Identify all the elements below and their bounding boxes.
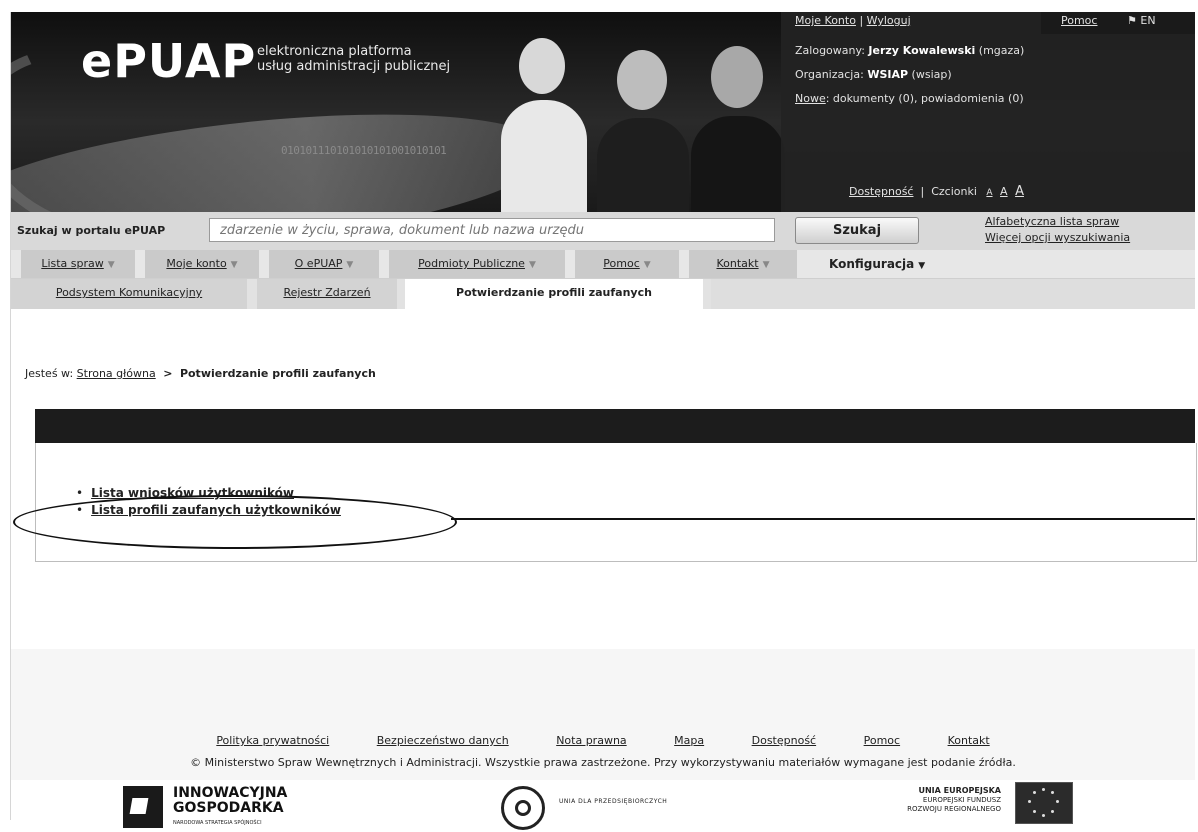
footer-links: Polityka prywatności Bezpieczeństwo dany… [11,734,1195,747]
tab-potwierdzanie-profili[interactable]: Potwierdzanie profili zaufanych [405,279,703,309]
chevron-down-icon: ▼ [762,260,770,270]
search-links: Alfabetyczna lista spraw Więcej opcji wy… [985,214,1130,246]
person-2 [591,20,691,212]
font-size-medium[interactable]: A [1000,185,1008,198]
person-1 [491,20,591,212]
user-name: Jerzy Kowalewski [868,44,976,57]
search-button[interactable]: Szukaj [795,217,919,244]
menu-pomoc[interactable]: Pomoc ▼ [575,250,679,278]
banner-binary: 010101110101010101001010101 [281,144,447,157]
chevron-down-icon: ▼ [918,261,926,271]
new-items: Nowe: dokumenty (0), powiadomienia (0) [795,92,1024,105]
flag-icon: ⚑ [1127,14,1137,27]
accessibility-bar: Dostępność | Czcionki A A A [849,184,1024,199]
menu-podmioty-publiczne[interactable]: Podmioty Publiczne ▼ [389,250,565,278]
eu-flag-icon [1015,782,1073,824]
font-size-large[interactable]: A [1015,184,1024,199]
breadcrumb-current: Potwierdzanie profili zaufanych [179,367,376,380]
footer-link-help[interactable]: Pomoc [864,734,900,747]
ship-wheel-icon [501,786,545,830]
org-name: WSIAP [867,68,909,81]
footer-link-map[interactable]: Mapa [674,734,704,747]
more-search-options-link[interactable]: Więcej opcji wyszukiwania [985,230,1130,246]
chevron-down-icon: ▼ [107,260,115,270]
search-bar: Szukaj w portalu ePUAP Szukaj Alfabetycz… [11,212,1195,250]
search-input[interactable] [209,218,775,242]
font-size-small[interactable]: A [986,188,992,198]
tab-podsystem-komunikacyjny[interactable]: Podsystem Komunikacyjny [11,279,247,309]
copyright: © Ministerstwo Spraw Wewnętrznych i Admi… [190,756,1016,769]
epuap-logo[interactable]: ePUAP [81,34,256,88]
menu-lista-spraw[interactable]: Lista spraw ▼ [21,250,135,278]
lang-en-link[interactable]: EN [1140,14,1155,27]
chevron-down-icon: ▼ [346,260,354,270]
menu-kontakt[interactable]: Kontakt ▼ [689,250,797,278]
footer-link-accessibility[interactable]: Dostępność [752,734,816,747]
fonts-label: Czcionki [931,185,977,198]
breadcrumb-home-link[interactable]: Strona główna [77,367,156,380]
chevron-down-icon: ▼ [643,260,651,270]
highlight-pointer-line [451,518,1195,520]
highlight-ellipse [13,495,457,549]
my-account-link[interactable]: Moje Konto [795,14,856,27]
main-menu: Lista spraw ▼ Moje konto ▼ O ePUAP ▼ Podmio… [11,250,1195,279]
footer-link-contact[interactable]: Kontakt [948,734,990,747]
top-links: Moje Konto | Wyloguj [795,14,911,27]
menu-moje-konto[interactable]: Moje konto ▼ [145,250,259,278]
main-content: Jesteś w: Strona główna > Potwierdzanie … [11,309,1197,649]
logged-user: Zalogowany: Jerzy Kowalewski (mgaza) [795,44,1025,57]
menu-konfiguracja[interactable]: Konfiguracja ▼ [807,250,977,278]
sub-menu: Podsystem Komunikacyjny Rejestr Zdarzeń … [11,279,1195,309]
chevron-down-icon: ▼ [230,260,238,270]
page: ePUAP elektroniczna platforma usług admi… [10,12,1197,832]
logout-link[interactable]: Wyloguj [867,14,911,27]
footer-link-security[interactable]: Bezpieczeństwo danych [377,734,509,747]
new-items-link[interactable]: Nowe [795,92,826,105]
accessibility-link[interactable]: Dostępność [849,185,913,198]
header-banner: ePUAP elektroniczna platforma usług admi… [11,12,1195,212]
ig-mark-icon [123,786,163,828]
user-panel: Moje Konto | Wyloguj Pomoc ⚑ EN Zalogowa… [781,12,1195,212]
banner-people-image [491,20,791,212]
logo-tagline: elektroniczna platforma usług administra… [257,44,451,74]
breadcrumb: Jesteś w: Strona główna > Potwierdzanie … [25,367,376,380]
organization: Organizacja: WSIAP (wsiap) [795,68,952,81]
search-label: Szukaj w portalu ePUAP [17,224,166,237]
chevron-down-icon: ▼ [528,260,536,270]
footer-logos: INNOWACYJNA GOSPODARKA NARODOWA STRATEGI… [11,780,1195,832]
footer-link-legal[interactable]: Nota prawna [556,734,626,747]
alphabetical-list-link[interactable]: Alfabetyczna lista spraw [985,214,1130,230]
panel-header [35,409,1195,443]
menu-o-epuap[interactable]: O ePUAP ▼ [269,250,379,278]
footer-link-privacy[interactable]: Polityka prywatności [216,734,329,747]
help-link[interactable]: Pomoc [1061,14,1097,27]
tab-rejestr-zdarzen[interactable]: Rejestr Zdarzeń [257,279,397,309]
person-3 [687,20,787,212]
